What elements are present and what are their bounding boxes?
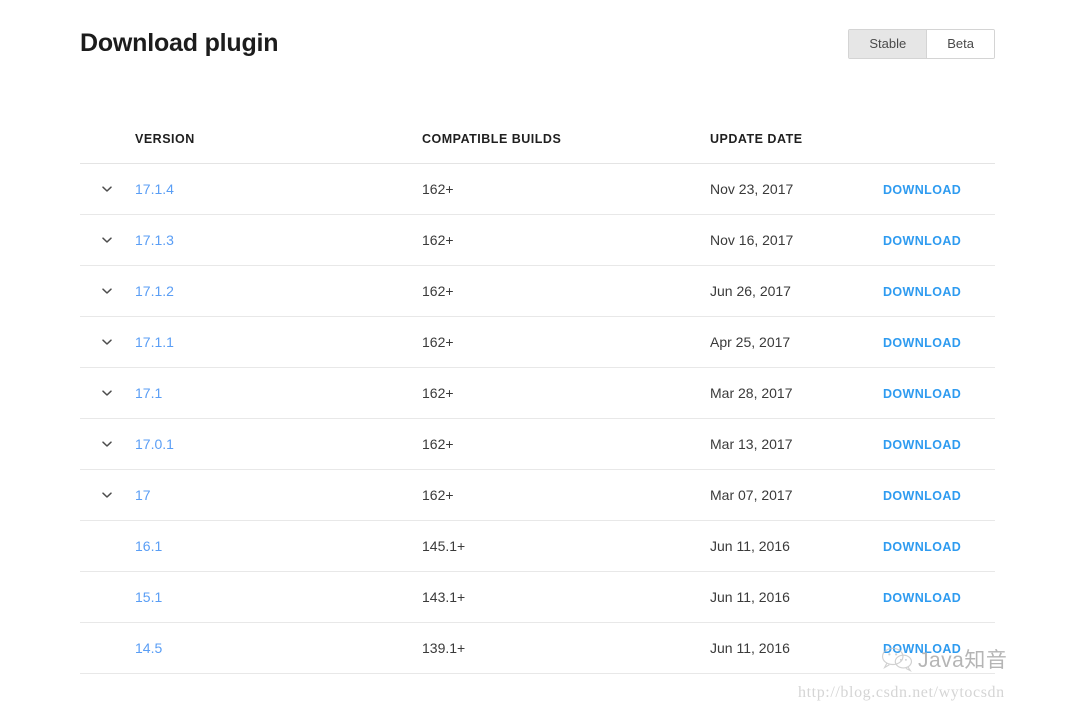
column-header-version: VERSION [135,132,195,146]
version-link[interactable]: 17.1.4 [135,181,174,197]
update-date-cell: Jun 11, 2016 [710,589,790,605]
expand-row-button[interactable] [100,182,114,196]
download-link[interactable]: DOWNLOAD [883,285,961,299]
table-body: 17.1.4 162+ Nov 23, 2017 DOWNLOAD 17.1.3 162+… [80,164,995,674]
expand-row-button[interactable] [100,437,114,451]
table-row: 17.1 162+ Mar 28, 2017 DOWNLOAD [80,368,995,419]
compatible-builds-cell: 139.1+ [422,640,465,656]
update-date-cell: Mar 28, 2017 [710,385,793,401]
column-header-update-date: UPDATE DATE [710,132,803,146]
version-cell: 17.1.4 [135,181,174,197]
download-link[interactable]: DOWNLOAD [883,489,961,503]
version-link[interactable]: 17.1.3 [135,232,174,248]
version-cell: 17.0.1 [135,436,174,452]
download-link[interactable]: DOWNLOAD [883,642,961,656]
expand-row-button[interactable] [100,335,114,349]
download-cell: DOWNLOAD [883,232,961,248]
chevron-down-icon[interactable] [100,182,114,196]
page-title: Download plugin [80,26,278,60]
version-cell: 17 [135,487,151,503]
expand-row-button[interactable] [100,233,114,247]
version-cell: 14.5 [135,640,162,656]
download-cell: DOWNLOAD [883,385,961,401]
compatible-builds-cell: 162+ [422,385,454,401]
channel-toggle-beta[interactable]: Beta [927,30,994,58]
watermark-url: http://blog.csdn.net/wytocsdn [798,684,1005,702]
download-link[interactable]: DOWNLOAD [883,183,961,197]
chevron-down-icon[interactable] [100,488,114,502]
column-header-compatible-builds: COMPATIBLE BUILDS [422,132,561,146]
table-row: 16.1 145.1+ Jun 11, 2016 DOWNLOAD [80,521,995,572]
table-row: 17 162+ Mar 07, 2017 DOWNLOAD [80,470,995,521]
version-cell: 16.1 [135,538,162,554]
channel-toggle-stable[interactable]: Stable [849,30,926,58]
download-link[interactable]: DOWNLOAD [883,387,961,401]
table-row: 17.1.2 162+ Jun 26, 2017 DOWNLOAD [80,266,995,317]
chevron-down-icon[interactable] [100,233,114,247]
version-link[interactable]: 16.1 [135,538,162,554]
compatible-builds-cell: 162+ [422,181,454,197]
version-link[interactable]: 17.1.2 [135,283,174,299]
table-row: 17.1.3 162+ Nov 16, 2017 DOWNLOAD [80,215,995,266]
table-row: 15.1 143.1+ Jun 11, 2016 DOWNLOAD [80,572,995,623]
version-link[interactable]: 17.1 [135,385,162,401]
table-row: 17.0.1 162+ Mar 13, 2017 DOWNLOAD [80,419,995,470]
version-link[interactable]: 14.5 [135,640,162,656]
update-date-cell: Nov 16, 2017 [710,232,793,248]
download-cell: DOWNLOAD [883,283,961,299]
page-header: Download plugin Stable Beta [80,26,995,68]
update-date-cell: Mar 07, 2017 [710,487,793,503]
download-link[interactable]: DOWNLOAD [883,336,961,350]
download-cell: DOWNLOAD [883,640,961,656]
chevron-down-icon[interactable] [100,437,114,451]
version-cell: 17.1 [135,385,162,401]
download-cell: DOWNLOAD [883,436,961,452]
compatible-builds-cell: 162+ [422,334,454,350]
compatible-builds-cell: 162+ [422,232,454,248]
expand-row-button[interactable] [100,386,114,400]
version-cell: 17.1.1 [135,334,174,350]
update-date-cell: Apr 25, 2017 [710,334,790,350]
download-cell: DOWNLOAD [883,589,961,605]
version-link[interactable]: 17 [135,487,151,503]
chevron-down-icon[interactable] [100,386,114,400]
update-date-cell: Nov 23, 2017 [710,181,793,197]
chevron-down-icon[interactable] [100,335,114,349]
version-cell: 17.1.2 [135,283,174,299]
update-date-cell: Jun 11, 2016 [710,640,790,656]
version-link[interactable]: 15.1 [135,589,162,605]
download-link[interactable]: DOWNLOAD [883,540,961,554]
table-row: 17.1.1 162+ Apr 25, 2017 DOWNLOAD [80,317,995,368]
compatible-builds-cell: 162+ [422,436,454,452]
table-row: 14.5 139.1+ Jun 11, 2016 DOWNLOAD [80,623,995,674]
update-date-cell: Mar 13, 2017 [710,436,793,452]
expand-row-button[interactable] [100,488,114,502]
download-link[interactable]: DOWNLOAD [883,438,961,452]
download-cell: DOWNLOAD [883,538,961,554]
download-link[interactable]: DOWNLOAD [883,591,961,605]
compatible-builds-cell: 162+ [422,487,454,503]
compatible-builds-cell: 143.1+ [422,589,465,605]
table-header-row: VERSION COMPATIBLE BUILDS UPDATE DATE [80,120,995,164]
compatible-builds-cell: 162+ [422,283,454,299]
version-cell: 17.1.3 [135,232,174,248]
download-cell: DOWNLOAD [883,334,961,350]
version-link[interactable]: 17.1.1 [135,334,174,350]
download-cell: DOWNLOAD [883,487,961,503]
table-row: 17.1.4 162+ Nov 23, 2017 DOWNLOAD [80,164,995,215]
version-cell: 15.1 [135,589,162,605]
version-link[interactable]: 17.0.1 [135,436,174,452]
download-link[interactable]: DOWNLOAD [883,234,961,248]
update-date-cell: Jun 11, 2016 [710,538,790,554]
compatible-builds-cell: 145.1+ [422,538,465,554]
expand-row-button[interactable] [100,284,114,298]
update-date-cell: Jun 26, 2017 [710,283,791,299]
chevron-down-icon[interactable] [100,284,114,298]
download-plugin-page: Download plugin Stable Beta VERSION COMP… [0,0,1080,714]
versions-table: VERSION COMPATIBLE BUILDS UPDATE DATE 17… [80,120,995,674]
download-cell: DOWNLOAD [883,181,961,197]
channel-toggle-group[interactable]: Stable Beta [848,29,995,59]
